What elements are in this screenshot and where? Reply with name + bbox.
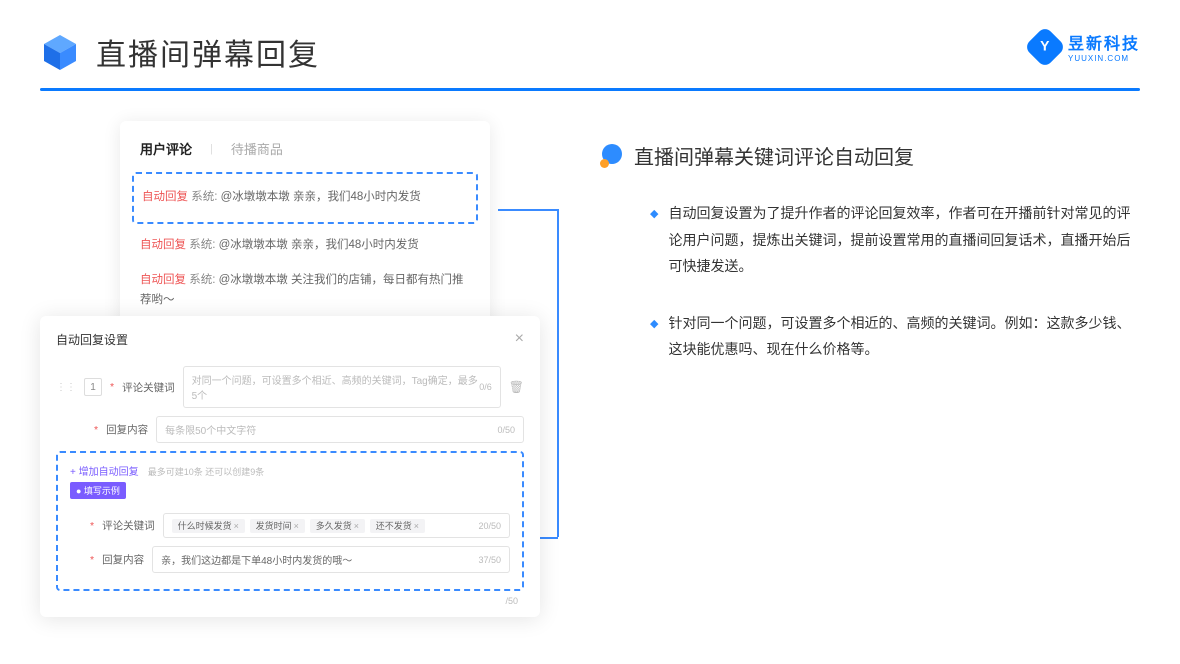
- required-icon: *: [90, 520, 94, 532]
- placeholder-text: 对同一个问题，可设置多个相近、高频的关键词，Tag确定，最多5个: [192, 372, 480, 402]
- comment-text: @冰墩墩本墩 亲亲，我们48小时内发货: [219, 239, 419, 251]
- paragraph-2: 针对同一个问题，可设置多个相近的、高频的关键词。例如：这款多少钱、这块能优惠吗、…: [668, 310, 1140, 363]
- brand-name: 昱新科技: [1068, 30, 1140, 54]
- comments-panel: 用户评论 | 待播商品 自动回复 系统: @冰墩墩本墩 亲亲，我们48小时内发货…: [120, 121, 490, 336]
- bottom-counter: /50: [505, 596, 518, 606]
- comment-row: 自动回复 系统: @冰墩墩本墩 关注我们的店铺，每日都有热门推荐哟～: [140, 263, 470, 318]
- keyword-chip[interactable]: 发货时间×: [250, 519, 305, 533]
- char-counter: 0/6: [479, 382, 492, 392]
- example-keyword-input[interactable]: 什么时候发货× 发货时间× 多久发货× 还不发货× 20/50: [163, 513, 510, 538]
- tab-products[interactable]: 待播商品: [231, 139, 283, 158]
- content-label: 回复内容: [106, 422, 148, 437]
- connector-line: [498, 209, 558, 211]
- required-icon: *: [94, 424, 98, 436]
- keyword-label: 评论关键词: [122, 380, 175, 395]
- panel-title: 自动回复设置: [56, 331, 128, 348]
- delete-icon[interactable]: 🗑: [509, 380, 524, 394]
- required-icon: *: [110, 381, 114, 393]
- system-label: 系统:: [189, 274, 215, 286]
- tab-separator: |: [210, 143, 213, 155]
- drag-handle-icon[interactable]: ⋮⋮: [56, 382, 76, 393]
- section-title: 直播间弹幕关键词评论自动回复: [634, 141, 914, 170]
- paragraph-1: 自动回复设置为了提升作者的评论回复效率，作者可在开播前针对常见的评论用户问题，提…: [668, 200, 1140, 280]
- placeholder-text: 每条限50个中文字符: [165, 422, 256, 437]
- section-icon: [600, 144, 624, 168]
- close-icon[interactable]: ×: [515, 330, 524, 348]
- keyword-label: 评论关键词: [102, 518, 155, 533]
- example-content-input[interactable]: 亲，我们这边都是下单48小时内发货的哦～ 37/50: [152, 546, 510, 573]
- row-number: 1: [84, 378, 102, 396]
- required-icon: *: [90, 554, 94, 566]
- content-label: 回复内容: [102, 552, 144, 567]
- auto-reply-tag: 自动回复: [140, 239, 186, 251]
- connector-line: [557, 209, 559, 537]
- char-counter: 0/50: [497, 425, 515, 435]
- auto-reply-tag: 自动回复: [142, 191, 188, 203]
- keyword-input[interactable]: 对同一个问题，可设置多个相近、高频的关键词，Tag确定，最多5个 0/6: [183, 366, 501, 408]
- comment-text: @冰墩墩本墩 亲亲，我们48小时内发货: [221, 191, 421, 203]
- system-label: 系统:: [189, 239, 215, 251]
- tab-comments[interactable]: 用户评论: [140, 139, 192, 158]
- comment-row: 自动回复 系统: @冰墩墩本墩 亲亲，我们48小时内发货: [140, 228, 470, 264]
- char-counter: 20/50: [478, 521, 501, 531]
- system-label: 系统:: [191, 191, 217, 203]
- add-hint: 最多可建10条 还可以创建9条: [148, 467, 265, 477]
- keyword-chip[interactable]: 还不发货×: [370, 519, 425, 533]
- example-value: 亲，我们这边都是下单48小时内发货的哦～: [161, 552, 352, 567]
- keyword-chip[interactable]: 多久发货×: [310, 519, 365, 533]
- cube-icon: [40, 32, 80, 72]
- diamond-bullet-icon: ◆: [650, 314, 658, 363]
- page-title: 直播间弹幕回复: [96, 30, 320, 74]
- highlighted-comment: 自动回复 系统: @冰墩墩本墩 亲亲，我们48小时内发货: [132, 172, 478, 224]
- example-badge: ● 填写示例: [70, 482, 126, 499]
- char-counter: 37/50: [478, 555, 501, 565]
- auto-reply-tag: 自动回复: [140, 274, 186, 286]
- example-section: + 增加自动回复 最多可建10条 还可以创建9条 ● 填写示例 * 评论关键词 …: [56, 451, 524, 591]
- brand-url: YUUXIN.COM: [1068, 54, 1140, 63]
- settings-panel: 自动回复设置 × ⋮⋮ 1 * 评论关键词 对同一个问题，可设置多个相近、高频的…: [40, 316, 540, 617]
- keyword-chip[interactable]: 什么时候发货×: [172, 519, 245, 533]
- add-reply-link[interactable]: + 增加自动回复: [70, 467, 139, 478]
- brand-logo: 昱新科技 YUUXIN.COM: [1030, 30, 1140, 63]
- diamond-bullet-icon: ◆: [650, 204, 658, 280]
- content-input[interactable]: 每条限50个中文字符 0/50: [156, 416, 524, 443]
- brand-icon: [1024, 25, 1066, 67]
